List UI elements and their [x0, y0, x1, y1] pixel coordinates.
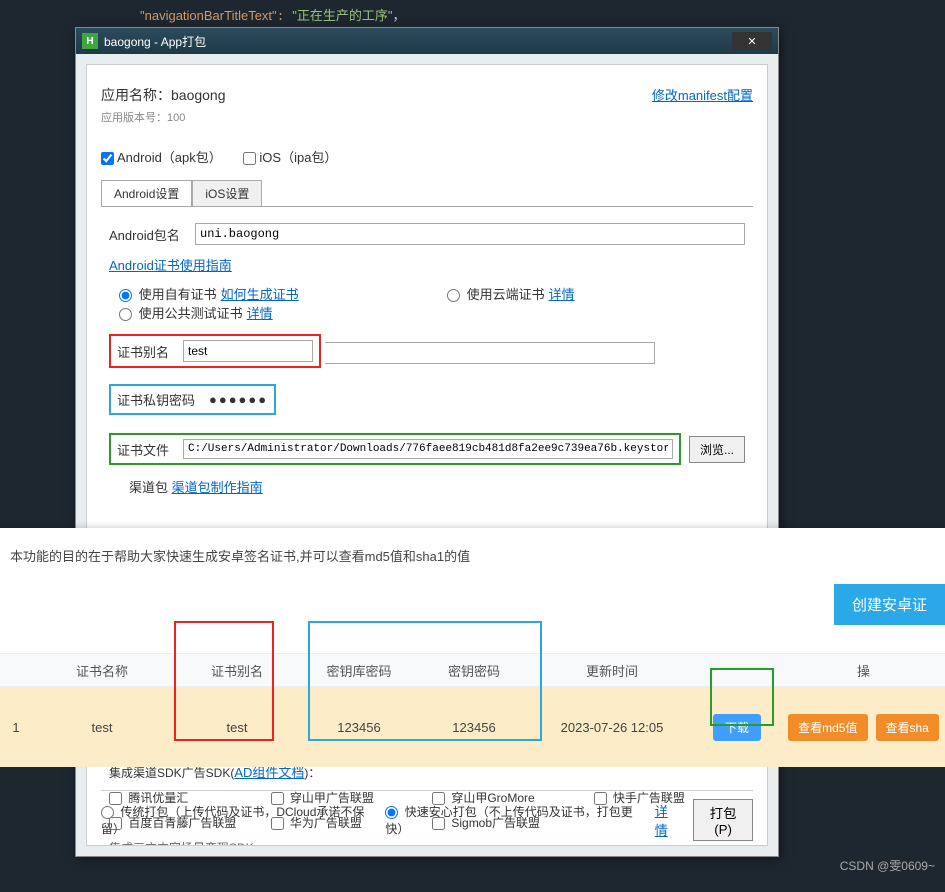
- download-highlight: [710, 668, 774, 726]
- pack-detail-link[interactable]: 详情: [655, 801, 679, 839]
- modify-manifest-link[interactable]: 修改manifest配置: [652, 85, 753, 105]
- password-columns-highlight: [308, 621, 542, 741]
- app-icon: H: [82, 33, 98, 49]
- package-name-input[interactable]: [195, 223, 745, 245]
- public-cert-radio[interactable]: 使用公共测试证书: [119, 303, 243, 322]
- cert-guide-link[interactable]: Android证书使用指南: [109, 258, 232, 273]
- package-name-label: Android包名: [109, 225, 195, 244]
- th-updated: 更新时间: [532, 661, 692, 680]
- cert-password-value: ●●●●●●: [209, 392, 268, 407]
- cert-manager-panel: 本功能的目的在于帮助大家快速生成安卓签名证书,并可以查看md5值和sha1的值 …: [0, 528, 945, 752]
- public-cert-detail-link[interactable]: 详情: [247, 303, 273, 322]
- alias-column-highlight: [174, 621, 274, 741]
- package-button[interactable]: 打包(P): [693, 799, 753, 841]
- tab-ios[interactable]: iOS设置: [192, 180, 262, 206]
- own-cert-radio[interactable]: 使用自有证书: [119, 284, 217, 303]
- cert-password-highlight: 证书私钥密码 ●●●●●●: [109, 384, 276, 415]
- cert-file-label: 证书文件: [117, 440, 183, 459]
- cloud-cert-detail-link[interactable]: 详情: [549, 284, 575, 303]
- cert-alias-highlight: 证书别名: [109, 334, 321, 368]
- view-md5-button[interactable]: 查看md5值: [788, 714, 867, 741]
- background-code: "navigationBarTitleText": "正在生产的工序"，: [140, 5, 406, 24]
- cert-password-label: 证书私钥密码: [117, 390, 209, 409]
- cert-file-input[interactable]: [183, 439, 673, 459]
- cert-alias-input-ext[interactable]: [325, 342, 655, 364]
- cert-alias-label: 证书别名: [117, 342, 183, 361]
- cert-file-highlight: 证书文件: [109, 433, 681, 465]
- app-version: 应用版本号：100: [101, 109, 753, 125]
- ios-checkbox[interactable]: iOS（ipa包）: [243, 150, 337, 165]
- platform-checks: Android（apk包） iOS（ipa包）: [101, 147, 753, 166]
- platform-tabs: Android设置 iOS设置: [101, 180, 753, 207]
- close-icon[interactable]: ✕: [732, 32, 772, 50]
- app-name-label: 应用名称：: [101, 87, 171, 103]
- row-index: 1: [0, 720, 32, 735]
- th-op: 操: [782, 661, 945, 680]
- tab-android[interactable]: Android设置: [101, 180, 192, 206]
- cell-updated: 2023-07-26 12:05: [532, 720, 692, 735]
- app-name-value: baogong: [171, 87, 226, 103]
- channel-label: 渠道包: [129, 480, 168, 495]
- th-cert-name: 证书名称: [32, 661, 172, 680]
- window-title: baogong - App打包: [104, 33, 206, 50]
- fast-pack-radio[interactable]: 快速安心打包（不上传代码及证书，打包更快）: [385, 803, 640, 837]
- create-cert-button[interactable]: 创建安卓证: [834, 584, 945, 625]
- cloud-cert-radio[interactable]: 使用云端证书: [447, 284, 545, 303]
- android-checkbox[interactable]: Android（apk包）: [101, 150, 222, 165]
- channel-guide-link[interactable]: 渠道包制作指南: [172, 480, 263, 495]
- cell-cert-name: test: [32, 720, 172, 735]
- view-sha-button[interactable]: 查看sha: [876, 714, 939, 741]
- ad-component-doc-link[interactable]: AD组件文档: [234, 765, 304, 780]
- traditional-pack-radio[interactable]: 传统打包（上传代码及证书，DCloud承诺不保留）: [101, 803, 371, 837]
- panel-description: 本功能的目的在于帮助大家快速生成安卓签名证书,并可以查看md5值和sha1的值: [0, 528, 945, 583]
- how-gen-cert-link[interactable]: 如何生成证书: [221, 284, 299, 303]
- watermark: CSDN @雯0609~: [840, 857, 935, 874]
- cert-alias-input[interactable]: [183, 340, 313, 362]
- titlebar[interactable]: H baogong - App打包 ✕: [76, 28, 778, 54]
- browse-button[interactable]: 浏览...: [689, 436, 745, 463]
